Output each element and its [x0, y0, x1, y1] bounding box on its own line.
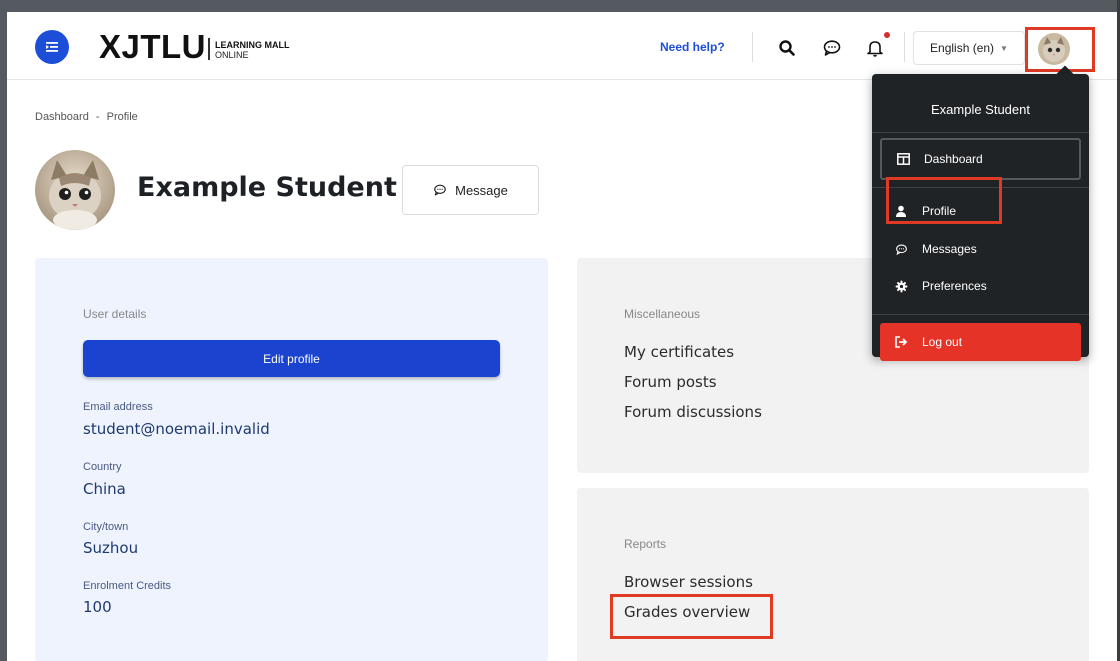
need-help-link[interactable]: Need help? — [660, 40, 725, 54]
user-menu-preferences-label: Preferences — [922, 279, 987, 293]
page-title: Example Student — [137, 172, 397, 203]
user-menu-dashboard[interactable]: Dashboard — [880, 138, 1081, 180]
forum-posts-link[interactable]: Forum posts — [624, 373, 717, 391]
drawer-toggle-button[interactable] — [35, 30, 69, 64]
chat-bubble-icon — [434, 184, 446, 196]
miscellaneous-heading: Miscellaneous — [624, 307, 701, 321]
breadcrumb-dashboard[interactable]: Dashboard — [35, 111, 89, 123]
city-value: Suzhou — [83, 539, 139, 557]
breadcrumb-separator: - — [95, 111, 100, 123]
credits-label: Enrolment Credits — [83, 580, 172, 592]
chat-bubble-icon — [894, 242, 908, 256]
forum-discussions-link[interactable]: Forum discussions — [624, 403, 762, 421]
message-button-label: Message — [455, 182, 508, 198]
language-label: English (en) — [930, 41, 995, 55]
browser-viewport: XJTLU LEARNING MALL ONLINE Need help? En… — [7, 12, 1117, 661]
country-value: China — [83, 480, 126, 498]
highlight-avatar — [1025, 27, 1095, 72]
navbar-separator — [752, 32, 753, 62]
notification-dot — [884, 32, 890, 38]
my-certificates-link[interactable]: My certificates — [624, 343, 734, 361]
bell-icon[interactable] — [865, 38, 885, 58]
highlight-grades-overview — [610, 594, 773, 639]
dropdown-divider — [872, 314, 1089, 315]
edit-profile-button[interactable]: Edit profile — [83, 340, 500, 377]
city-label: City/town — [83, 521, 129, 533]
user-menu-logout[interactable]: Log out — [880, 323, 1081, 361]
sign-out-icon — [894, 335, 908, 349]
logo-divider — [208, 38, 210, 60]
reports-heading: Reports — [624, 537, 667, 551]
menu-drawer-icon — [46, 42, 58, 52]
gear-icon — [894, 279, 908, 293]
message-button[interactable]: Message — [402, 165, 539, 215]
email-label: Email address — [83, 401, 153, 413]
site-logo[interactable]: XJTLU — [99, 28, 206, 66]
user-menu-name: Example Student — [930, 102, 1030, 117]
dashboard-icon — [896, 152, 910, 166]
user-menu-messages[interactable]: Messages — [880, 230, 1081, 268]
cat-photo-icon — [35, 150, 115, 230]
user-menu-dashboard-label: Dashboard — [924, 152, 983, 166]
user-menu-logout-label: Log out — [922, 335, 963, 349]
country-label: Country — [83, 461, 122, 473]
user-menu-preferences[interactable]: Preferences — [880, 267, 1081, 305]
profile-avatar — [35, 150, 115, 230]
email-value[interactable]: student@noemail.invalid — [83, 420, 270, 438]
logo-subtitle-top: LEARNING MALL — [215, 40, 290, 50]
credits-value: 100 — [83, 598, 112, 616]
user-menu-messages-label: Messages — [922, 242, 977, 256]
language-selector[interactable]: English (en) ▼ — [913, 31, 1025, 65]
navbar-separator — [904, 32, 905, 62]
top-navbar: XJTLU LEARNING MALL ONLINE Need help? En… — [7, 12, 1117, 80]
breadcrumb-current: Profile — [106, 111, 138, 123]
dropdown-divider — [872, 132, 1089, 133]
user-details-heading: User details — [83, 307, 147, 321]
breadcrumb: Dashboard - Profile — [35, 111, 138, 123]
browser-sessions-link[interactable]: Browser sessions — [624, 573, 753, 591]
chevron-down-icon: ▼ — [1000, 43, 1008, 53]
logo-subtitle-bottom: ONLINE — [215, 50, 249, 60]
chat-bubble-icon[interactable] — [822, 38, 842, 58]
search-icon[interactable] — [777, 38, 797, 58]
highlight-profile-item — [886, 177, 1002, 224]
